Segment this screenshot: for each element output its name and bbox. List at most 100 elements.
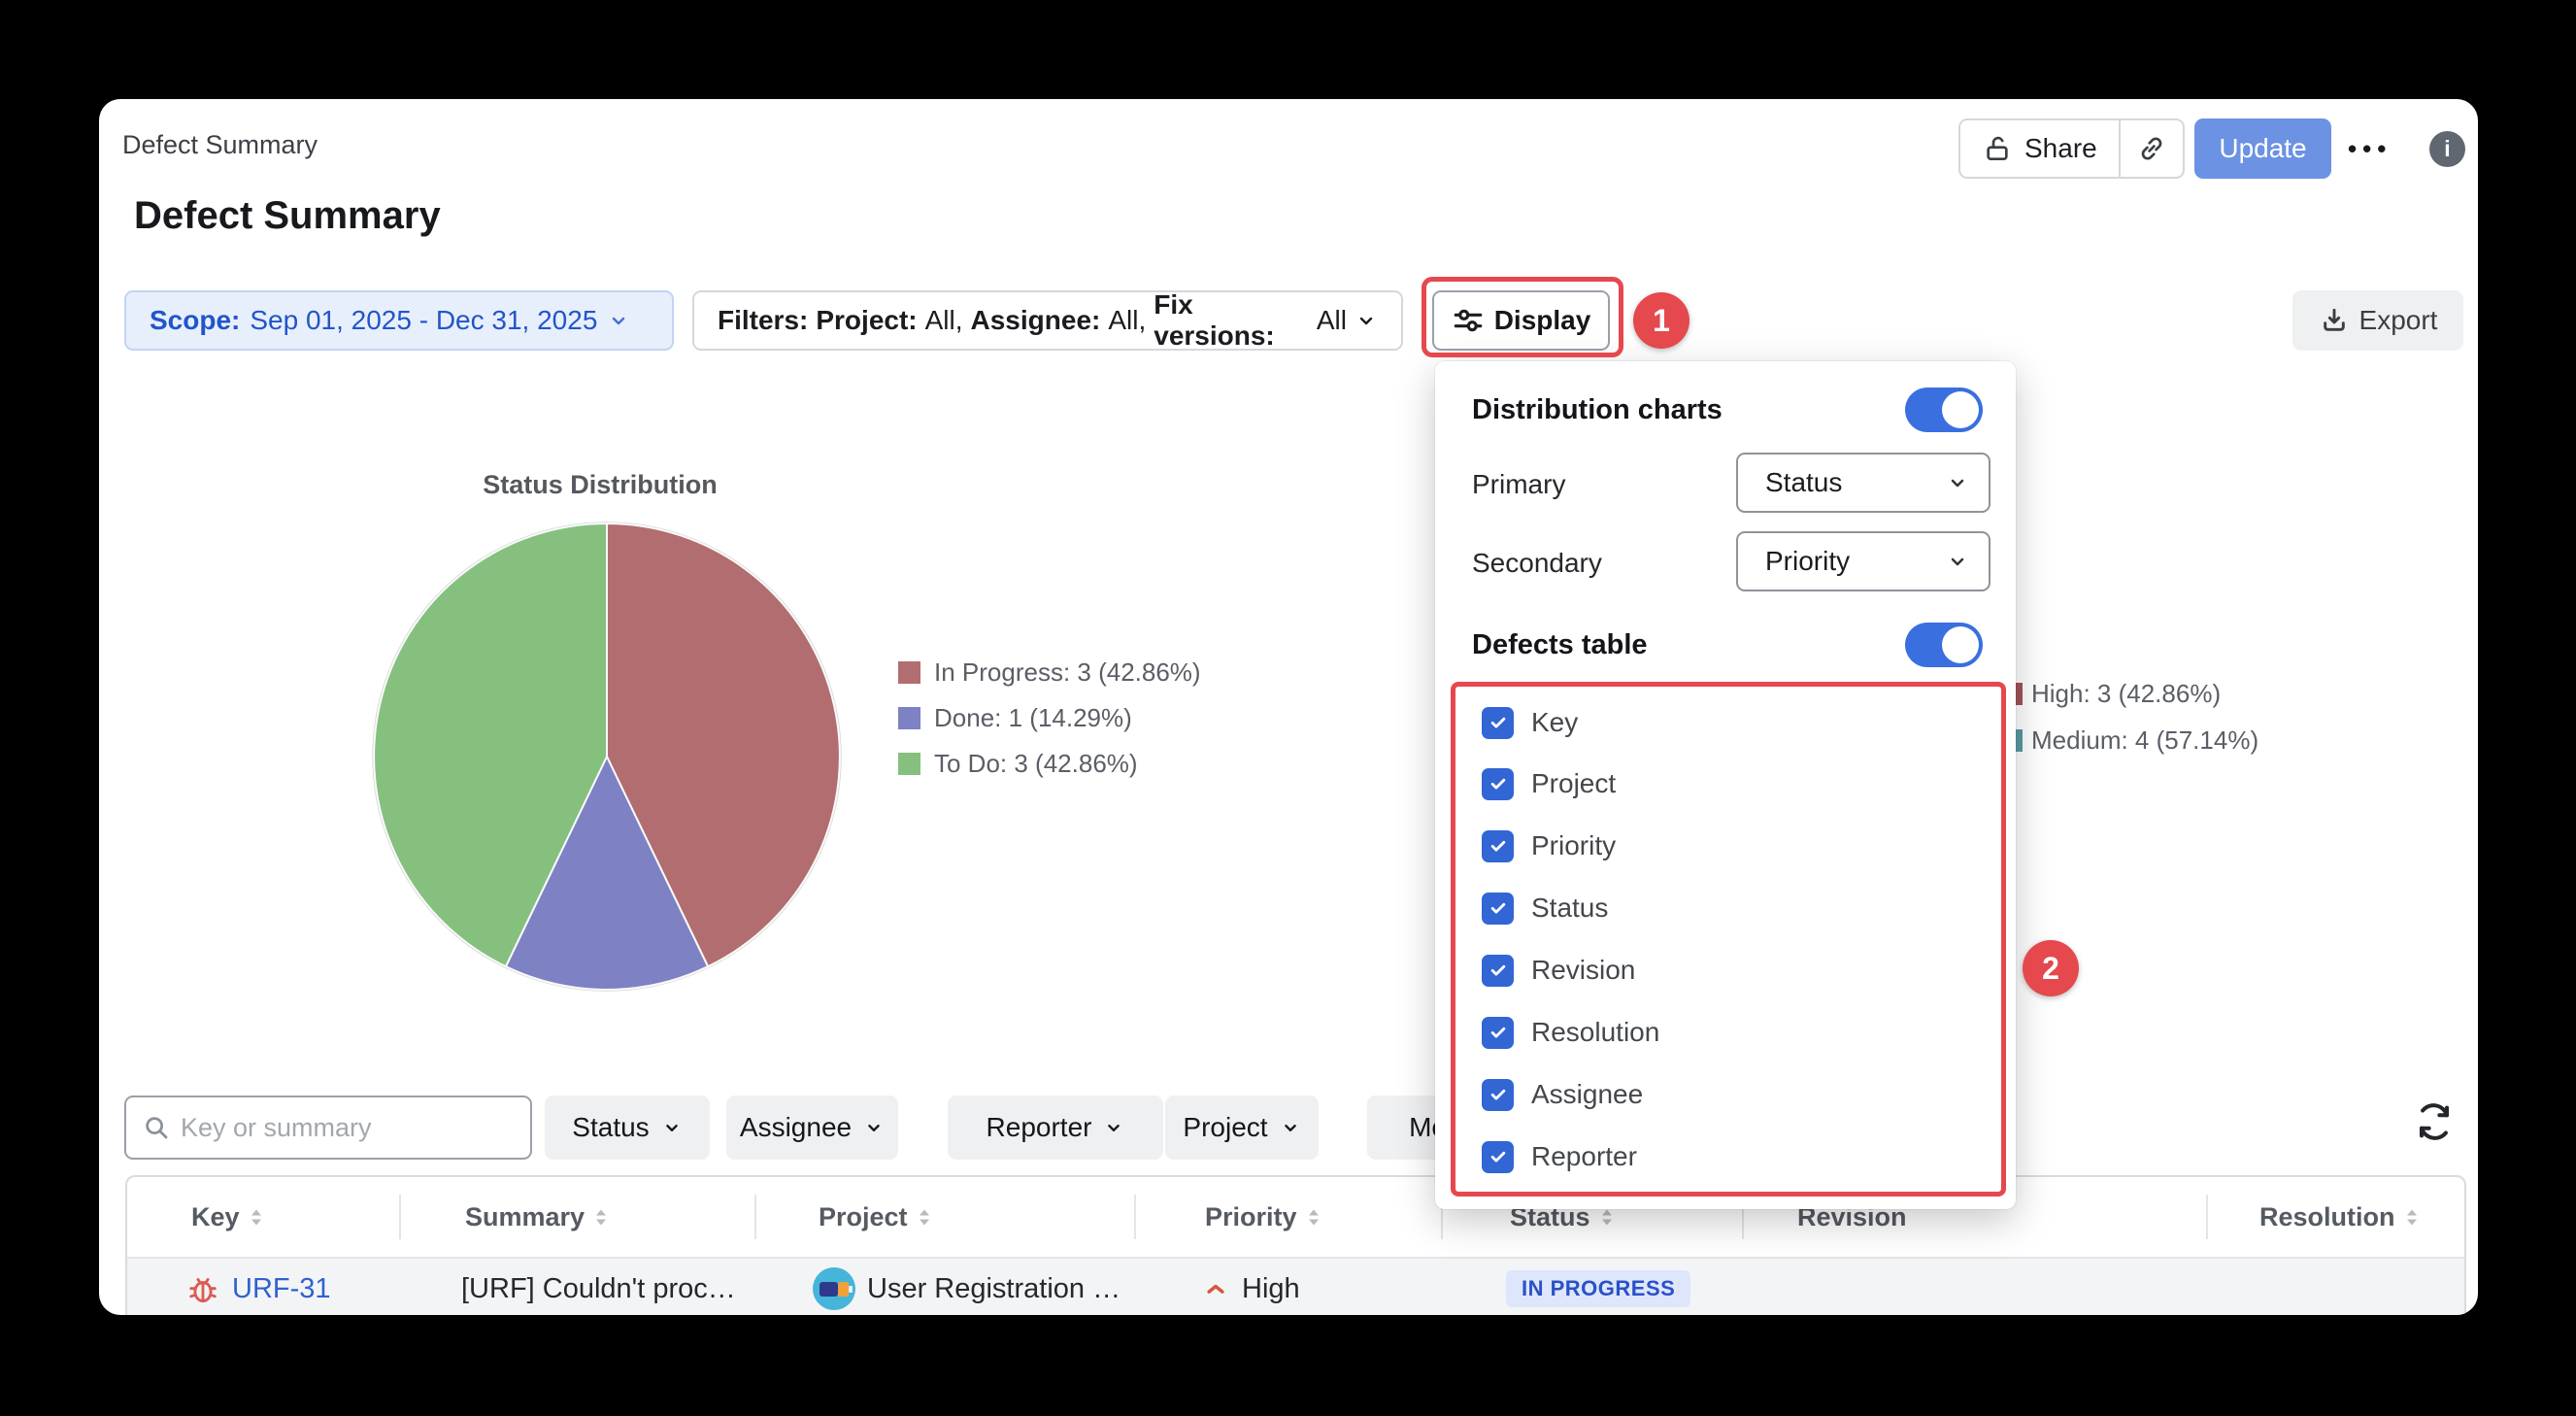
column-header-key[interactable]: Key (191, 1177, 263, 1257)
filter-fixversions-value: All (1317, 305, 1347, 336)
filter-fixversions-label: Fix versions: (1154, 289, 1309, 352)
toggle-knob (1942, 391, 1979, 428)
chip-label: Reporter (987, 1112, 1092, 1143)
sliders-icon (1452, 304, 1485, 337)
filter-chip-status[interactable]: Status (545, 1096, 710, 1160)
scope-dropdown-button[interactable]: Scope: Sep 01, 2025 - Dec 31, 2025 (124, 290, 674, 351)
chevron-down-icon (607, 309, 630, 332)
distribution-charts-label: Distribution charts (1472, 394, 1723, 426)
display-label: Display (1494, 305, 1591, 336)
column-label: Project (819, 1202, 908, 1232)
distribution-charts-toggle[interactable] (1905, 388, 1983, 432)
column-header-project[interactable]: Project (819, 1177, 931, 1257)
checkbox-checked-icon (1482, 1017, 1514, 1049)
chevron-down-icon (1355, 309, 1378, 332)
filter-chip-assignee[interactable]: Assignee (726, 1096, 898, 1160)
sort-icon (918, 1208, 931, 1227)
chevron-down-icon (863, 1117, 885, 1138)
column-checkbox-assignee[interactable]: Assignee (1482, 1078, 1643, 1111)
primary-select-value: Status (1765, 467, 1842, 498)
secondary-select[interactable]: Priority (1736, 531, 1991, 591)
legend-swatch-done (898, 707, 920, 729)
defects-table-toggle[interactable] (1905, 623, 1983, 667)
filter-chip-reporter[interactable]: Reporter (948, 1096, 1163, 1160)
key-cell: URF-31 (185, 1259, 331, 1315)
column-divider (2206, 1195, 2208, 1239)
legend-label: Done: 1 (14.29%) (934, 703, 1132, 733)
priority-legend-item-high: High: 3 (42.86%) (2000, 681, 2221, 706)
legend-item: To Do: 3 (42.86%) (898, 751, 1201, 776)
column-divider (399, 1195, 401, 1239)
legend-swatch-to-do (898, 753, 920, 775)
column-checkbox-resolution[interactable]: Resolution (1482, 1016, 1659, 1049)
chip-label: Status (572, 1112, 649, 1143)
table-row[interactable]: URF-31 [URF] Couldn't proc… User Registr… (127, 1257, 2464, 1315)
filter-assignee-value: All, (1108, 305, 1146, 336)
defects-table: Key Summary Project Priority Status Revi… (125, 1175, 2466, 1315)
checkbox-checked-icon (1482, 830, 1514, 862)
legend-item: Done: 1 (14.29%) (898, 705, 1201, 730)
chevron-down-icon (661, 1117, 683, 1138)
priority-cell: High (1201, 1259, 1300, 1315)
project-cell: User Registration … (813, 1259, 1121, 1315)
link-icon (2136, 133, 2167, 164)
export-label: Export (2359, 305, 2438, 336)
chevron-down-icon (1280, 1117, 1301, 1138)
column-label: Summary (465, 1202, 585, 1232)
project-avatar-icon (813, 1267, 855, 1310)
filter-chip-project[interactable]: Project (1165, 1096, 1319, 1160)
display-dropdown-panel: Distribution charts Primary Status Secon… (1435, 361, 2016, 1209)
checkbox-label: Revision (1531, 955, 1635, 986)
column-header-priority[interactable]: Priority (1205, 1177, 1321, 1257)
info-icon[interactable]: i (2429, 131, 2465, 167)
bug-icon (185, 1271, 220, 1306)
export-button[interactable]: Export (2292, 290, 2463, 351)
column-checkbox-status[interactable]: Status (1482, 892, 1608, 925)
checkbox-label: Priority (1531, 830, 1616, 861)
priority-high-icon (1201, 1274, 1230, 1303)
column-checkbox-revision[interactable]: Revision (1482, 954, 1635, 987)
toggle-knob (1942, 626, 1979, 663)
chip-label: Assignee (740, 1112, 852, 1143)
primary-label: Primary (1472, 469, 1565, 500)
filter-assignee-label: Assignee: (971, 305, 1101, 336)
primary-select[interactable]: Status (1736, 453, 1991, 513)
column-checkbox-project[interactable]: Project (1482, 767, 1616, 800)
display-button[interactable]: Display (1432, 290, 1610, 351)
checkbox-label: Status (1531, 893, 1608, 924)
copy-link-button[interactable] (2121, 120, 2183, 177)
priority-value: High (1242, 1273, 1300, 1305)
legend-label: Medium: 4 (57.14%) (2031, 725, 2258, 756)
column-checkbox-key[interactable]: Key (1482, 706, 1578, 739)
column-checkbox-priority[interactable]: Priority (1482, 829, 1616, 862)
checkbox-label: Reporter (1531, 1141, 1637, 1172)
legend-label: High: 3 (42.86%) (2031, 679, 2221, 709)
column-header-summary[interactable]: Summary (465, 1177, 608, 1257)
annotation-badge-1: 1 (1633, 292, 1689, 349)
refresh-button[interactable] (2412, 1099, 2457, 1144)
column-checkbox-reporter[interactable]: Reporter (1482, 1140, 1637, 1173)
sort-icon (1600, 1208, 1614, 1227)
sort-icon (594, 1208, 608, 1227)
more-menu-button[interactable]: ••• (2348, 134, 2416, 164)
legend-label: In Progress: 3 (42.86%) (934, 657, 1201, 688)
column-divider (754, 1195, 756, 1239)
search-input[interactable] (181, 1113, 501, 1143)
checkbox-label: Resolution (1531, 1017, 1659, 1048)
share-button-group: Share (1958, 118, 2185, 179)
scope-label: Scope: (150, 305, 240, 336)
chip-label: Project (1183, 1112, 1267, 1143)
status-chart-legend: In Progress: 3 (42.86%) Done: 1 (14.29%)… (898, 659, 1201, 776)
breadcrumb: Defect Summary (122, 130, 318, 160)
filters-dropdown-button[interactable]: Filters: Project: All, Assignee: All, Fi… (692, 290, 1403, 351)
legend-swatch-in-progress (898, 661, 920, 684)
sort-icon (1307, 1208, 1321, 1227)
checkbox-checked-icon (1482, 1141, 1514, 1173)
chevron-down-icon (1103, 1117, 1124, 1138)
column-label: Priority (1205, 1202, 1297, 1232)
share-button[interactable]: Share (1960, 120, 2119, 177)
update-button[interactable]: Update (2194, 118, 2331, 179)
column-header-resolution[interactable]: Resolution (2259, 1177, 2419, 1257)
checkbox-checked-icon (1482, 707, 1514, 739)
issue-key-link[interactable]: URF-31 (232, 1273, 331, 1305)
